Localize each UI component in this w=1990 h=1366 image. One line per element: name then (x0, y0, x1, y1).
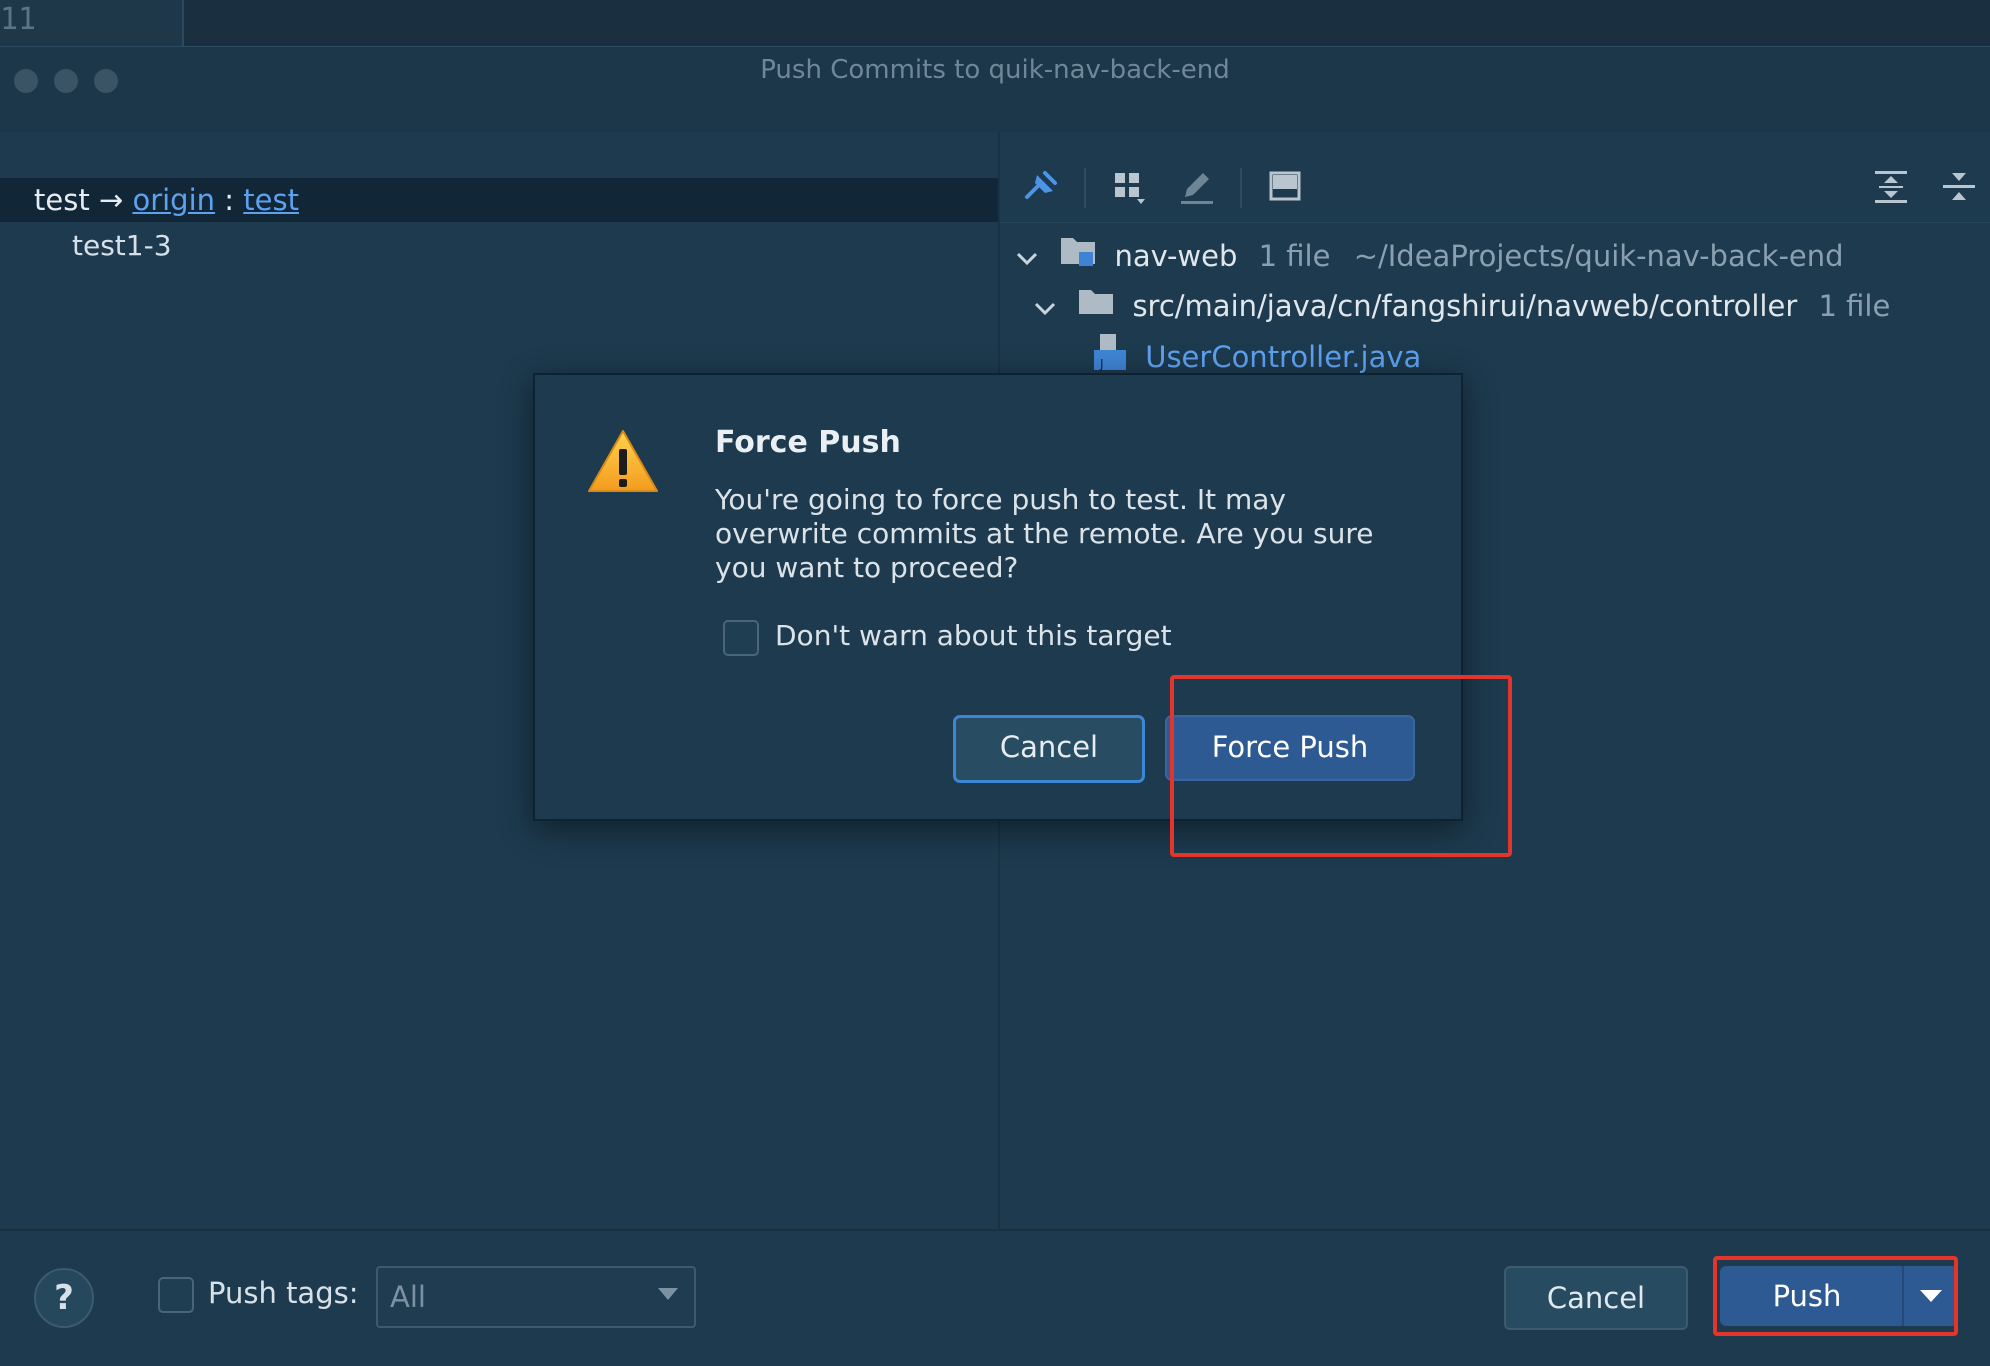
local-branch: test (34, 183, 90, 217)
highlight-box-push (1713, 1256, 1958, 1336)
branch-target: test → origin : test (34, 178, 299, 222)
remote-link[interactable]: origin (132, 183, 215, 217)
push-tags-select[interactable]: All (376, 1266, 696, 1328)
group-by-icon[interactable] (1104, 162, 1154, 212)
tree-root-row[interactable]: nav-web 1 file ~/IdeaProjects/quik-nav-b… (1012, 232, 1844, 280)
window-title: Push Commits to quik-nav-back-end (760, 55, 1230, 85)
changes-toolbar (1000, 132, 1990, 223)
highlight-box-force-push (1170, 675, 1512, 857)
module-path: ~/IdeaProjects/quik-nav-back-end (1353, 239, 1844, 273)
dialog-cancel-button[interactable]: Cancel (953, 715, 1145, 783)
bottom-bar: ? Push tags: All Cancel Push (0, 1229, 1990, 1366)
warning-icon (585, 427, 661, 501)
cancel-button[interactable]: Cancel (1504, 1266, 1688, 1330)
folder-file-count: 1 file (1818, 289, 1891, 323)
folder-icon (1077, 284, 1117, 332)
dont-warn-checkbox[interactable] (723, 620, 759, 656)
svg-text:J: J (1099, 357, 1104, 371)
dialog-title: Force Push (715, 425, 901, 460)
file-name: UserController.java (1145, 340, 1422, 374)
collapse-all-icon[interactable] (1934, 162, 1984, 212)
toolbar-separator (1240, 168, 1242, 208)
branch-separator: : (224, 183, 235, 217)
push-tags-label: Push tags: (208, 1276, 359, 1310)
title-bar: Push Commits to quik-nav-back-end (0, 46, 1990, 137)
push-tags-checkbox[interactable] (158, 1277, 194, 1313)
push-tags-value: All (390, 1280, 426, 1314)
module-name: nav-web (1114, 239, 1238, 273)
chevron-down-icon[interactable] (1012, 234, 1042, 282)
help-button[interactable]: ? (34, 1268, 94, 1328)
folder-name: src/main/java/cn/fangshirui/navweb/contr… (1132, 289, 1798, 323)
preview-icon[interactable] (1260, 162, 1310, 212)
module-file-count: 1 file (1258, 239, 1331, 273)
branch-row[interactable]: test → origin : test (0, 178, 998, 222)
dialog-message: You're going to force push to test. It m… (715, 483, 1374, 584)
remote-branch-link[interactable]: test (243, 183, 299, 217)
line-number: 11 (0, 2, 37, 37)
module-folder-icon (1059, 234, 1099, 282)
toolbar-separator (1084, 168, 1086, 208)
edit-icon[interactable] (1172, 162, 1222, 212)
pin-icon[interactable] (1016, 162, 1066, 212)
editor-gutter: 11 (0, 0, 184, 46)
arrow-icon: → (98, 183, 124, 217)
expand-all-icon[interactable] (1866, 162, 1916, 212)
chevron-down-icon (658, 1288, 678, 1300)
chevron-down-icon[interactable] (1030, 284, 1060, 332)
commit-item[interactable]: test1-3 (72, 224, 172, 268)
tree-folder-row[interactable]: src/main/java/cn/fangshirui/navweb/contr… (1030, 282, 1890, 330)
editor-background (0, 0, 1990, 46)
dont-warn-label[interactable]: Don't warn about this target (775, 613, 1172, 659)
